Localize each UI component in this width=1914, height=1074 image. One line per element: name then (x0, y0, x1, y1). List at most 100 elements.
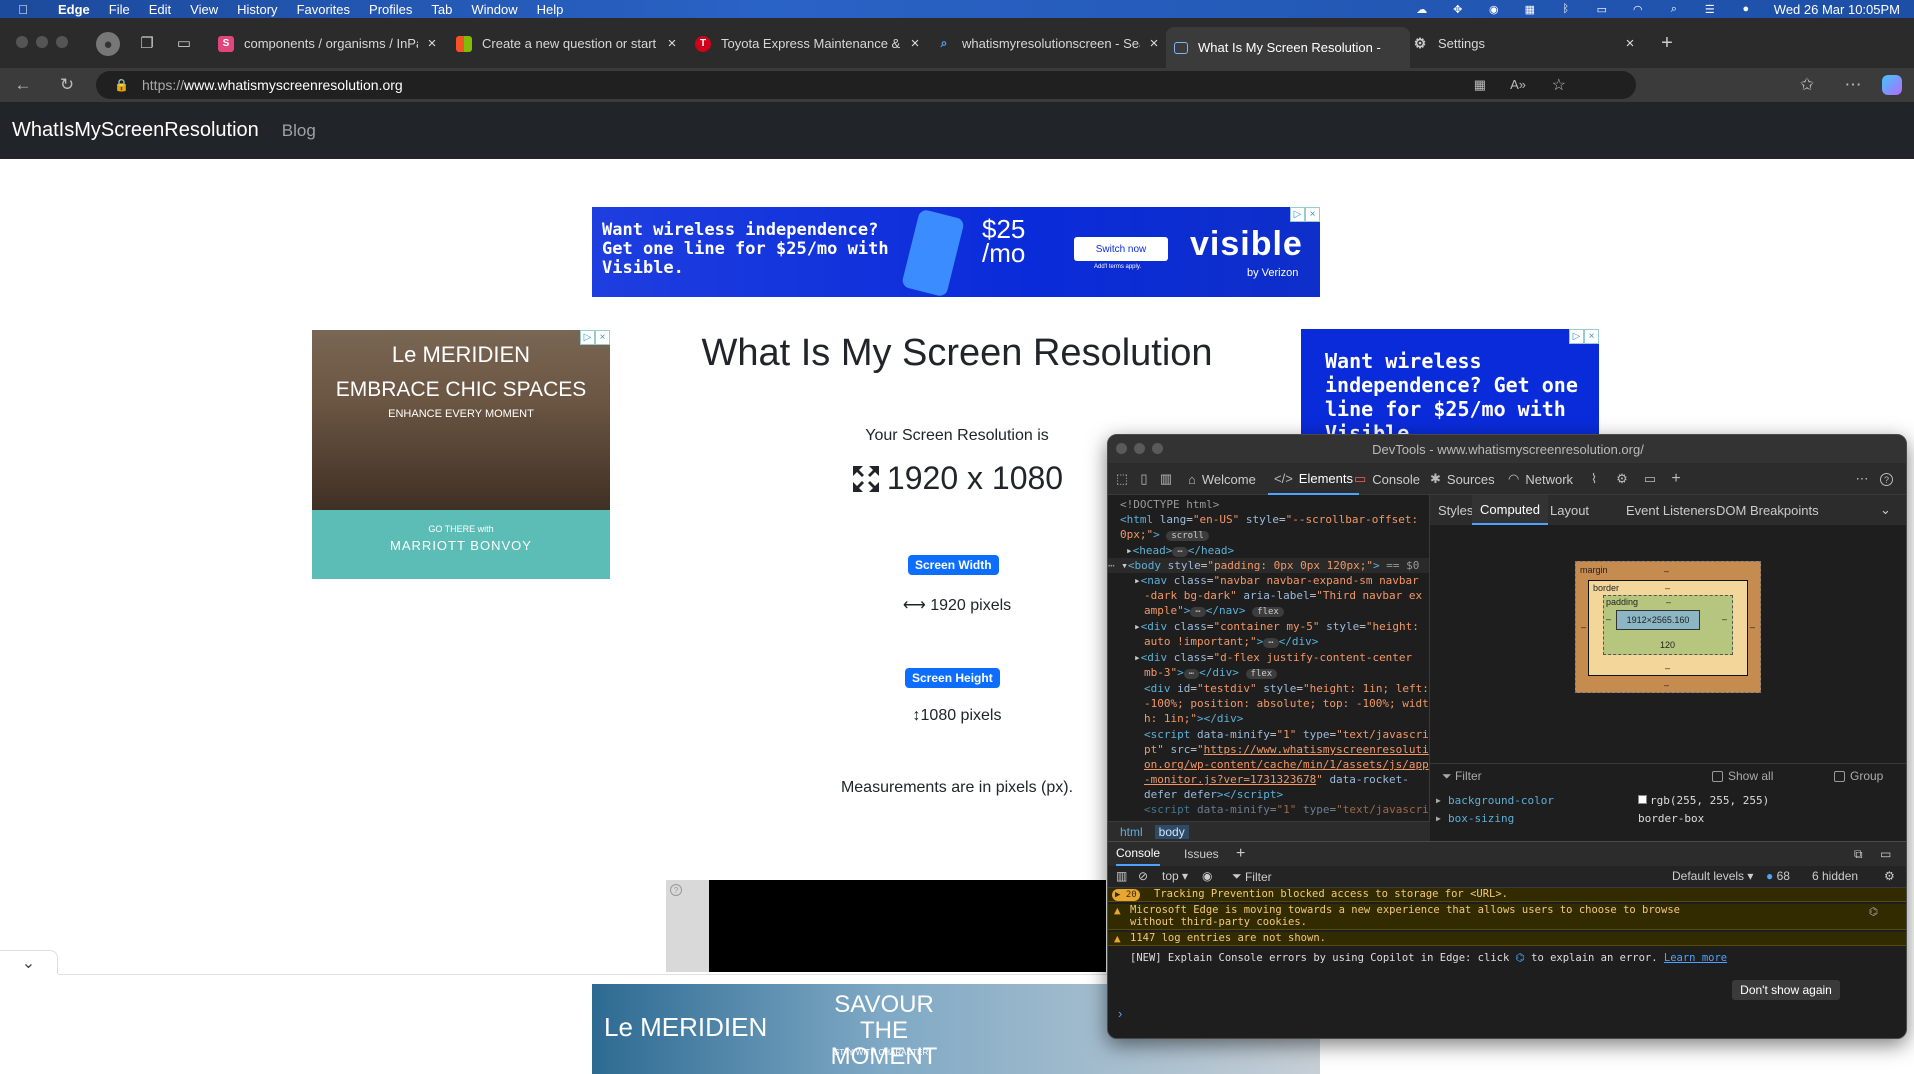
add-tab-icon[interactable]: + (1236, 842, 1245, 866)
tab-computed[interactable]: Computed (1472, 495, 1548, 525)
tab-styles[interactable]: Styles (1438, 495, 1473, 525)
tab-screen-resolution[interactable]: What Is My Screen Resolution - (1166, 27, 1410, 68)
dock-side-icon[interactable]: ▥ (1158, 471, 1174, 487)
console-filter-input[interactable]: ⏷ Filter (1232, 869, 1272, 884)
computed-prop-background-color[interactable]: ▶ background-color rgb(255, 255, 255) (1430, 791, 1906, 809)
wifi-icon[interactable]: ◠ (1630, 3, 1646, 16)
vpn-icon[interactable]: ✥ (1450, 3, 1466, 16)
performance-icon[interactable]: ⌇ (1586, 471, 1602, 487)
drawer-tab-console[interactable]: Console (1116, 842, 1161, 866)
menu-window[interactable]: Window (471, 2, 517, 17)
profile-avatar[interactable]: ● (96, 32, 120, 56)
dom-line[interactable]: -monitor.js?ver=1731323678" data-rocket- (1144, 772, 1409, 787)
video-ad-player[interactable]: ? (666, 880, 1106, 972)
dom-line[interactable]: 0px;"> scroll (1120, 527, 1209, 544)
box-model-diagram[interactable]: margin – – – – border – – padding – – – … (1575, 561, 1761, 693)
console-message-log-entries[interactable]: ▲ 1147 log entries are not shown. (1108, 932, 1906, 946)
computed-prop-box-sizing[interactable]: ▶ box-sizing border-box (1430, 809, 1906, 827)
more-options-icon[interactable]: ⋯ (1854, 471, 1870, 487)
color-swatch[interactable] (1638, 794, 1647, 804)
dom-line[interactable]: auto !important;"> ⋯ </div> (1144, 634, 1318, 651)
crumb-body[interactable]: body (1154, 824, 1189, 839)
url-text[interactable]: https://www.whatismyscreenresolution.org (142, 77, 403, 93)
tab-welcome[interactable]: ⌂ Welcome (1188, 463, 1256, 495)
dom-line[interactable]: ample"> ⋯ </nav> flex (1144, 603, 1284, 620)
menu-tab[interactable]: Tab (431, 2, 452, 17)
window-minimize-button[interactable] (36, 36, 48, 48)
site-brand-link[interactable]: WhatIsMyScreenResolution (12, 119, 259, 142)
close-drawer-icon[interactable]: ▭ (1880, 842, 1891, 866)
filter-input[interactable]: ⏷ Filter (1442, 769, 1482, 784)
log-levels-dropdown[interactable]: Default levels ▾ (1672, 869, 1753, 883)
siri-icon[interactable]: ● (1738, 3, 1754, 15)
adchoices-badge[interactable]: ▷ × (1290, 207, 1320, 222)
tab-layout[interactable]: Layout (1550, 495, 1589, 525)
menu-profiles[interactable]: Profiles (369, 2, 412, 17)
dom-line[interactable]: ▸<div class="container my-5" style="heig… (1134, 619, 1419, 634)
window-zoom-button[interactable] (1152, 443, 1163, 454)
blog-link[interactable]: Blog (282, 121, 316, 141)
menu-edit[interactable]: Edit (149, 2, 171, 17)
translate-icon[interactable]: ▦ (1522, 3, 1538, 16)
drawer-tab-issues[interactable]: Issues (1184, 842, 1219, 866)
dom-line[interactable]: defer defer></script> (1144, 787, 1283, 802)
apple-icon[interactable]:  (14, 1, 32, 17)
tab-network[interactable]: ◠ Network (1508, 463, 1573, 495)
dom-line-selected[interactable]: ⋯ ▾<body style="padding: 0px 0px 120px;"… (1108, 558, 1429, 574)
favorites-icon[interactable]: ✩ (1796, 74, 1818, 96)
video-frame[interactable] (709, 880, 1106, 972)
close-icon[interactable]: × (664, 35, 680, 52)
close-icon[interactable]: × (1146, 35, 1162, 52)
window-close-button[interactable] (1116, 443, 1127, 454)
eye-icon[interactable]: ◉ (1202, 869, 1212, 883)
window-minimize-button[interactable] (1134, 443, 1145, 454)
dom-line[interactable]: pt" src="https://www.whatismyscreenresol… (1144, 742, 1429, 757)
tab-sources[interactable]: ✱ Sources (1430, 463, 1495, 495)
more-options-icon[interactable]: ⋯ (1842, 74, 1864, 96)
dom-line[interactable]: <div id="testdiv" style="height: 1in; le… (1144, 681, 1429, 696)
info-icon[interactable]: ? (670, 884, 682, 896)
back-arrow-icon[interactable]: ← (12, 74, 34, 96)
close-icon[interactable]: × (1622, 35, 1638, 52)
ad-cta-button[interactable]: Switch now (1074, 237, 1168, 261)
dom-line[interactable]: <script data-minify="1" type="text/javas… (1144, 727, 1429, 742)
search-icon[interactable]: ⌕ (1666, 3, 1682, 15)
crumb-html[interactable]: html (1116, 825, 1147, 839)
dom-line[interactable]: -dark bg-dark" aria-label="Third navbar … (1144, 588, 1422, 603)
adchoices-icon[interactable]: ▷ (1290, 207, 1305, 222)
dom-line[interactable]: <script data-minify="1" type="text/javas… (1144, 802, 1429, 817)
inspect-icon[interactable]: ⬚ (1114, 471, 1130, 487)
device-toolbar-icon[interactable]: ▯ (1136, 471, 1152, 487)
close-icon[interactable]: × (907, 35, 923, 52)
dom-line[interactable]: ▸<nav class="navbar navbar-expand-sm nav… (1134, 573, 1419, 588)
refresh-icon[interactable]: ↻ (56, 74, 78, 96)
gear-icon[interactable]: ⚙ (1614, 471, 1630, 487)
expand-triangle-icon[interactable]: ▶ (1436, 796, 1441, 805)
gear-icon[interactable]: ⚙ (1884, 869, 1895, 883)
cloud-icon[interactable]: ☁ (1414, 3, 1430, 16)
tab-dom-breakpoints[interactable]: DOM Breakpoints (1716, 495, 1819, 525)
clear-console-icon[interactable]: ⊘ (1138, 869, 1148, 883)
close-icon[interactable]: × (424, 35, 440, 52)
copilot-explain-icon[interactable]: ⌬ (1869, 906, 1878, 918)
tab-event-listeners[interactable]: Event Listeners (1626, 495, 1716, 525)
console-prompt[interactable]: › (1118, 1006, 1122, 1021)
dom-line[interactable]: -100%; position: absolute; top: -100%; w… (1144, 696, 1429, 711)
learn-more-link[interactable]: Learn more (1664, 952, 1727, 964)
tab-toyota[interactable]: T Toyota Express Maintenance & × (695, 27, 923, 60)
menu-help[interactable]: Help (537, 2, 564, 17)
dom-line[interactable]: h: 1in;"></div> (1144, 711, 1243, 726)
tab-console[interactable]: ▭ Console (1354, 463, 1420, 495)
menubar-clock[interactable]: Wed 26 Mar 10:05PM (1774, 2, 1900, 17)
menu-view[interactable]: View (190, 2, 218, 17)
tab-create-question[interactable]: Create a new question or start a × (456, 27, 680, 60)
expand-triangle-icon[interactable]: ▶ (1436, 814, 1441, 823)
chevron-down-icon[interactable]: ⌄ (0, 950, 58, 974)
group-checkbox[interactable]: Group (1774, 769, 1883, 783)
copilot-icon[interactable] (1882, 75, 1902, 95)
control-center-icon[interactable]: ☰ (1702, 3, 1718, 16)
menu-file[interactable]: File (109, 2, 130, 17)
menu-app-edge[interactable]: Edge (58, 2, 90, 17)
grammarly-icon[interactable]: ◉ (1486, 3, 1502, 16)
dom-line[interactable]: on.org/wp-content/cache/min/1/assets/js/… (1144, 757, 1429, 772)
